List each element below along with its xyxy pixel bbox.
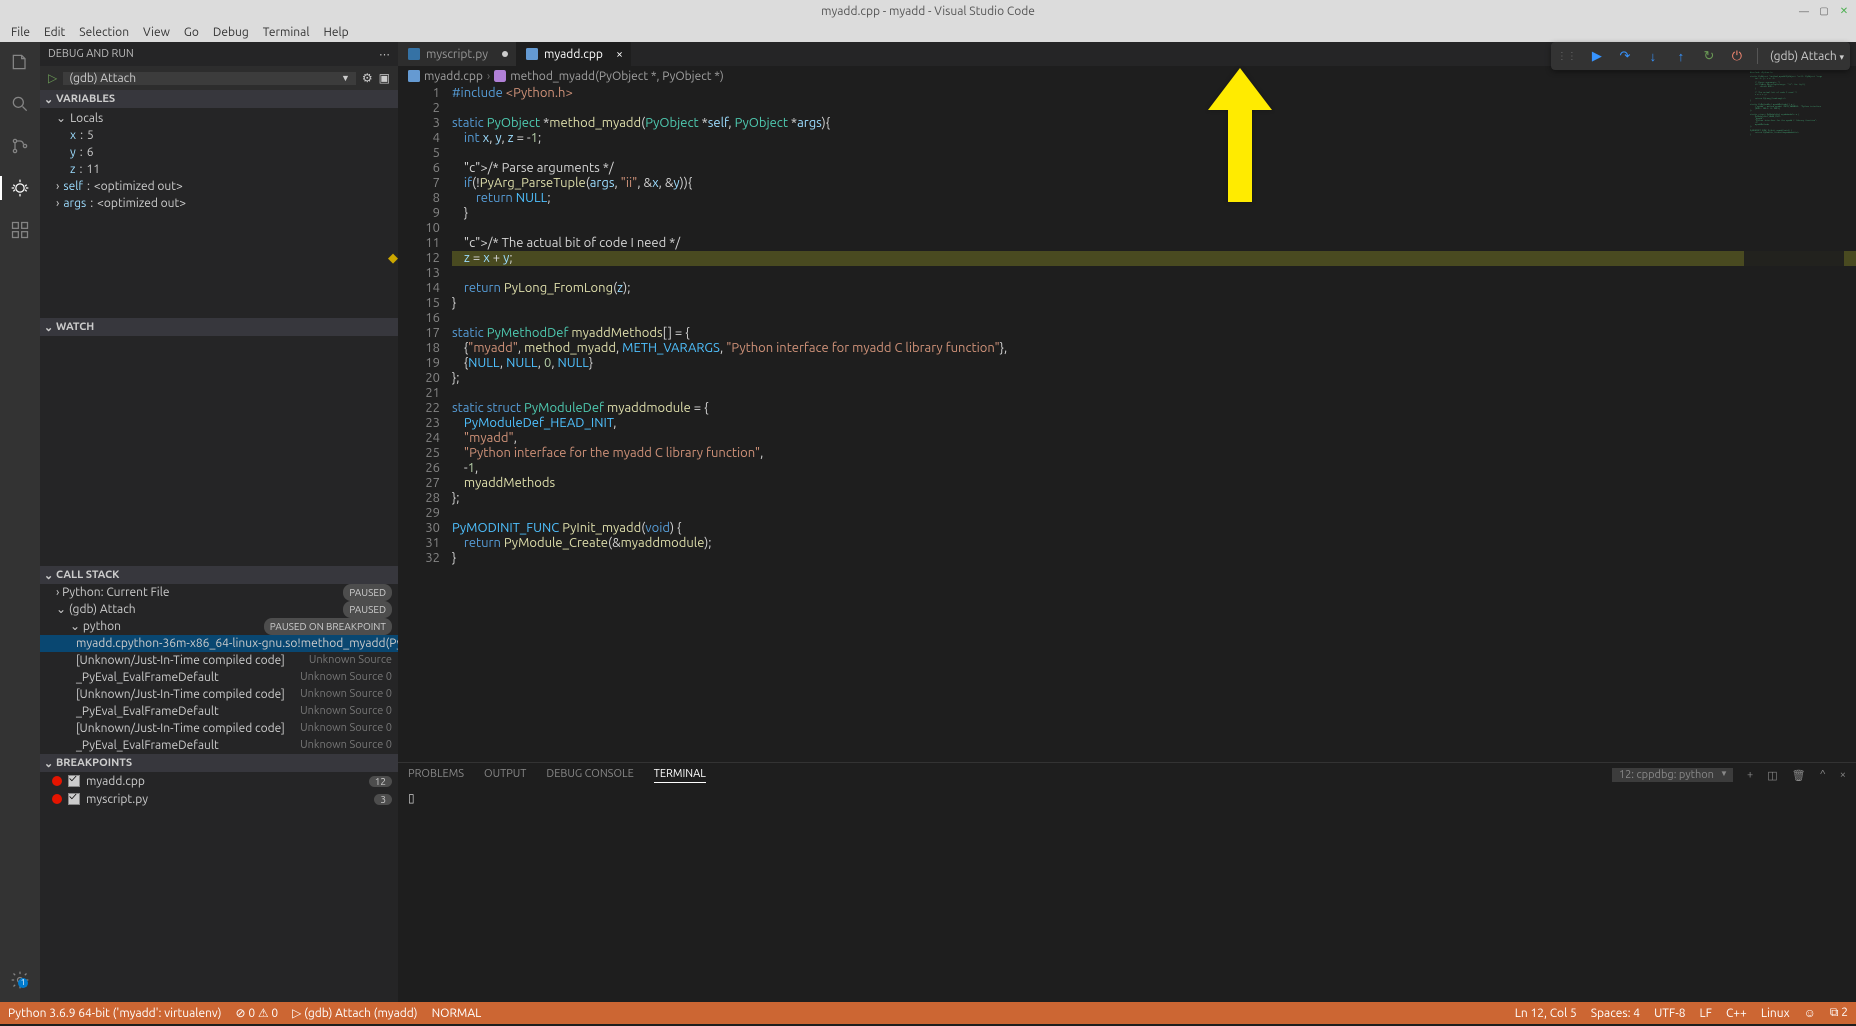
play-icon[interactable]: ▷ (48, 71, 57, 85)
breakpoint-dot-icon (52, 776, 62, 786)
step-over-icon[interactable]: ↷ (1617, 48, 1633, 64)
debug-sidebar: DEBUG AND RUN ⋯ ▷ (gdb) Attach▼ ⚙ ▣ ⌄VAR… (40, 42, 398, 1002)
tab-terminal[interactable]: TERMINAL (654, 768, 706, 783)
continue-icon[interactable]: ▶ (1589, 48, 1605, 64)
method-icon (494, 70, 506, 82)
menu-selection[interactable]: Selection (72, 26, 136, 39)
status-vim-mode[interactable]: NORMAL (432, 1007, 482, 1020)
watch-header[interactable]: ⌄WATCH (40, 318, 398, 336)
menu-debug[interactable]: Debug (206, 26, 256, 39)
stack-frame[interactable]: [Unknown/Just-In-Time compiled code]Unkn… (40, 686, 398, 703)
code-editor[interactable]: 1234567891011◆12131415161718192021222324… (398, 86, 1856, 762)
menu-terminal[interactable]: Terminal (256, 26, 317, 39)
restart-icon[interactable]: ↻ (1701, 48, 1717, 64)
titlebar: myadd.cpp - myadd - Visual Studio Code —… (0, 0, 1856, 22)
window-title: myadd.cpp - myadd - Visual Studio Code (821, 5, 1035, 18)
checkbox-icon[interactable] (68, 793, 80, 805)
bp-row[interactable]: myscript.py3 (40, 790, 398, 808)
add-terminal-icon[interactable]: + (1747, 769, 1753, 781)
thread-gdb-attach[interactable]: ⌄ (gdb) AttachPAUSED (40, 601, 398, 618)
cpp-file-icon (526, 48, 538, 60)
status-errors[interactable]: ⊘ 0 ⚠ 0 (236, 1006, 279, 1020)
gear-icon[interactable]: 1 (8, 968, 32, 992)
scm-icon[interactable] (8, 134, 32, 158)
stack-frame[interactable]: _PyEval_EvalFrameDefaultUnknown Source 0 (40, 703, 398, 720)
variables-header[interactable]: ⌄VARIABLES (40, 90, 398, 108)
cpp-file-icon (408, 70, 420, 82)
status-language[interactable]: C++ (1726, 1007, 1747, 1020)
debug-config-label[interactable]: (gdb) Attach ▾ (1770, 50, 1844, 63)
status-notifications[interactable]: ⧉ 2 (1830, 1006, 1848, 1020)
minimap[interactable]: #include <Python.h> static PyObject *met… (1744, 66, 1844, 546)
tab-myadd[interactable]: myadd.cpp × (516, 42, 631, 66)
minimize-icon[interactable]: — (1798, 5, 1810, 17)
sidebar-title: DEBUG AND RUN (48, 48, 134, 60)
python-file-icon (408, 48, 420, 60)
thread-python-current[interactable]: › Python: Current FilePAUSED (40, 584, 398, 601)
stack-frame[interactable]: [Unknown/Just-In-Time compiled code]Unkn… (40, 720, 398, 737)
breakpoints-header[interactable]: ⌄BREAKPOINTS (40, 754, 398, 772)
thread-python[interactable]: ⌄ pythonPAUSED ON BREAKPOINT (40, 618, 398, 635)
maximize-icon[interactable]: ▢ (1818, 5, 1830, 17)
activitybar: 1 (0, 42, 40, 1002)
menubar[interactable]: File Edit Selection View Go Debug Termin… (0, 22, 1856, 42)
close-icon[interactable]: ✕ (1838, 5, 1850, 17)
tab-output[interactable]: OUTPUT (484, 768, 526, 782)
tab-debug-console[interactable]: DEBUG CONSOLE (546, 768, 633, 782)
var-z[interactable]: z:11 (70, 161, 398, 178)
console-icon[interactable]: ▣ (379, 71, 390, 85)
status-eol[interactable]: LF (1700, 1007, 1712, 1020)
breakpoint-dot-icon (52, 794, 62, 804)
statusbar: Python 3.6.9 64-bit ('myadd': virtualenv… (0, 1002, 1856, 1024)
step-out-icon[interactable]: ↑ (1673, 48, 1689, 64)
var-args[interactable]: ›args:<optimized out> (56, 195, 398, 212)
debug-config-select[interactable]: (gdb) Attach▼ (63, 72, 356, 85)
stack-frame[interactable]: [Unknown/Just-In-Time compiled code]Unkn… (40, 652, 398, 669)
split-terminal-icon[interactable]: ◫ (1767, 769, 1777, 782)
status-python-env[interactable]: Python 3.6.9 64-bit ('myadd': virtualenv… (8, 1007, 222, 1020)
extensions-icon[interactable] (8, 218, 32, 242)
status-feedback-icon[interactable]: ☺ (1804, 1006, 1816, 1020)
bp-row[interactable]: myadd.cpp12 (40, 772, 398, 790)
stack-frame[interactable]: _PyEval_EvalFrameDefaultUnknown Source 0 (40, 737, 398, 754)
separator (1757, 48, 1758, 64)
var-x[interactable]: x:5 (70, 127, 398, 144)
var-self[interactable]: ›self:<optimized out> (56, 178, 398, 195)
modified-icon (502, 51, 508, 57)
tab-problems[interactable]: PROBLEMS (408, 768, 464, 782)
callstack-header[interactable]: ⌄CALL STACK (40, 566, 398, 584)
more-icon[interactable]: ⋯ (379, 48, 390, 61)
menu-file[interactable]: File (4, 26, 37, 39)
terminal-body[interactable]: ▯ (398, 787, 1856, 1002)
debug-icon[interactable] (8, 176, 32, 200)
status-indent[interactable]: Spaces: 4 (1591, 1007, 1640, 1020)
bottom-panel: PROBLEMS OUTPUT DEBUG CONSOLE TERMINAL 1… (398, 762, 1856, 1002)
gear-icon[interactable]: ⚙ (362, 71, 373, 85)
disconnect-icon[interactable]: ⏻ (1729, 48, 1745, 64)
trash-icon[interactable]: 🗑 (1792, 769, 1806, 782)
step-into-icon[interactable]: ↓ (1645, 48, 1661, 64)
checkbox-icon[interactable] (68, 775, 80, 787)
tab-myscript[interactable]: myscript.py (398, 42, 516, 66)
terminal-select[interactable]: 12: cppdbg: python▼ (1612, 768, 1733, 782)
files-icon[interactable] (8, 50, 32, 74)
scope-locals[interactable]: ⌄Locals (56, 110, 398, 127)
debug-toolbar[interactable]: ⋮⋮ ▶ ↷ ↓ ↑ ↻ ⏻ (gdb) Attach ▾ (1551, 42, 1850, 70)
maximize-panel-icon[interactable]: ^ (1820, 769, 1826, 781)
close-icon[interactable]: × (616, 48, 623, 61)
stack-frame[interactable]: myadd.cpython-36m-x86_64-linux-gnu.so!me… (40, 635, 398, 652)
close-panel-icon[interactable]: × (1840, 769, 1846, 781)
menu-help[interactable]: Help (316, 26, 355, 39)
status-cursor[interactable]: Ln 12, Col 5 (1515, 1007, 1577, 1020)
status-encoding[interactable]: UTF-8 (1654, 1007, 1685, 1020)
stack-frame[interactable]: _PyEval_EvalFrameDefaultUnknown Source 0 (40, 669, 398, 686)
drag-handle-icon[interactable]: ⋮⋮ (1557, 50, 1577, 62)
menu-edit[interactable]: Edit (37, 26, 72, 39)
status-debug-target[interactable]: ▷ (gdb) Attach (myadd) (292, 1006, 417, 1020)
var-y[interactable]: y:6 (70, 144, 398, 161)
search-icon[interactable] (8, 92, 32, 116)
status-os[interactable]: Linux (1761, 1007, 1790, 1020)
menu-view[interactable]: View (136, 26, 177, 39)
menu-go[interactable]: Go (177, 26, 206, 39)
